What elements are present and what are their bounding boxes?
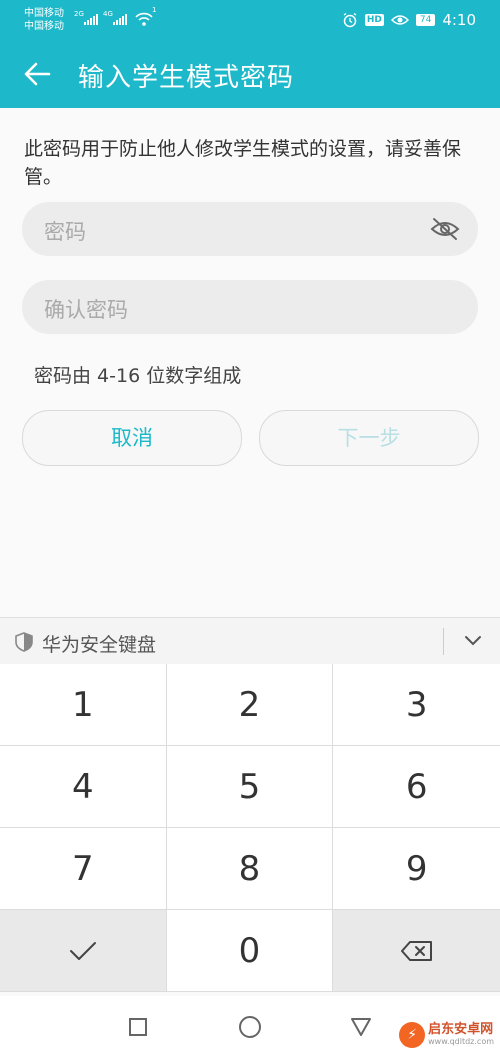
alarm-icon [343, 12, 357, 28]
key-0[interactable]: 0 [166, 910, 334, 992]
backspace-key[interactable] [333, 910, 500, 992]
network-type-2: 4G [103, 10, 113, 18]
status-right: HD 74 4:10 [342, 11, 476, 29]
keyboard-header: 华为安全键盘 [0, 617, 500, 665]
battery-icon: 74 [415, 14, 436, 26]
carrier-1: 中国移动 [24, 8, 64, 19]
confirm-placeholder: 确认密码 [44, 298, 128, 322]
watermark-logo-icon: ⚡ [399, 1022, 426, 1048]
back-triangle-icon[interactable] [350, 1017, 372, 1037]
backspace-icon [400, 940, 432, 961]
app-bar: 输入学生模式密码 [0, 40, 500, 108]
network-type-1: 2G [74, 10, 84, 18]
wifi-badge: 1 [152, 6, 157, 14]
key-8[interactable]: 8 [166, 828, 334, 910]
eye-comfort-icon [390, 15, 409, 25]
password-hint: 密码由 4-16 位数字组成 [34, 365, 242, 387]
key-5[interactable]: 5 [166, 746, 334, 828]
key-1[interactable]: 1 [0, 664, 167, 746]
keyboard-divider [443, 628, 444, 655]
carrier-labels: 中国移动 中国移动 [24, 7, 64, 33]
number-keypad: 1 2 3 4 5 6 7 8 9 0 [0, 664, 500, 992]
checkmark-icon [69, 941, 96, 960]
home-icon[interactable] [238, 1015, 262, 1039]
confirm-key[interactable] [0, 910, 167, 992]
eye-off-icon[interactable] [430, 216, 460, 242]
wifi-icon [135, 12, 153, 26]
key-2[interactable]: 2 [166, 664, 334, 746]
shield-icon [15, 632, 33, 652]
key-7[interactable]: 7 [0, 828, 167, 910]
password-field[interactable]: 密码 [22, 202, 478, 256]
next-step-button[interactable]: 下一步 [259, 410, 479, 466]
key-9[interactable]: 9 [333, 828, 500, 910]
recent-apps-icon[interactable] [128, 1017, 148, 1037]
watermark: ⚡ 启东安卓网 www.qdltdz.com [399, 1022, 494, 1048]
key-6[interactable]: 6 [333, 746, 500, 828]
hd-icon: HD [364, 14, 384, 26]
password-placeholder: 密码 [44, 220, 86, 244]
watermark-url: www.qdltdz.com [428, 1037, 494, 1046]
chevron-down-icon[interactable] [463, 634, 483, 648]
clock: 4:10 [442, 11, 476, 29]
signal-icon-2 [113, 14, 127, 25]
description-text: 此密码用于防止他人修改学生模式的设置，请妥善保管。 [24, 138, 462, 188]
carrier-2: 中国移动 [24, 21, 64, 32]
page-title: 输入学生模式密码 [78, 63, 295, 93]
signal-icon [84, 14, 98, 25]
watermark-name: 启东安卓网 [428, 1022, 494, 1037]
back-arrow-icon[interactable] [22, 60, 52, 88]
keyboard-title: 华为安全键盘 [42, 634, 157, 656]
key-3[interactable]: 3 [333, 664, 500, 746]
status-bar: 中国移动 中国移动 2G 4G 1 HD 74 4:10 [0, 0, 500, 40]
cancel-button[interactable]: 取消 [22, 410, 242, 466]
confirm-password-field[interactable]: 确认密码 [22, 280, 478, 334]
key-4[interactable]: 4 [0, 746, 167, 828]
